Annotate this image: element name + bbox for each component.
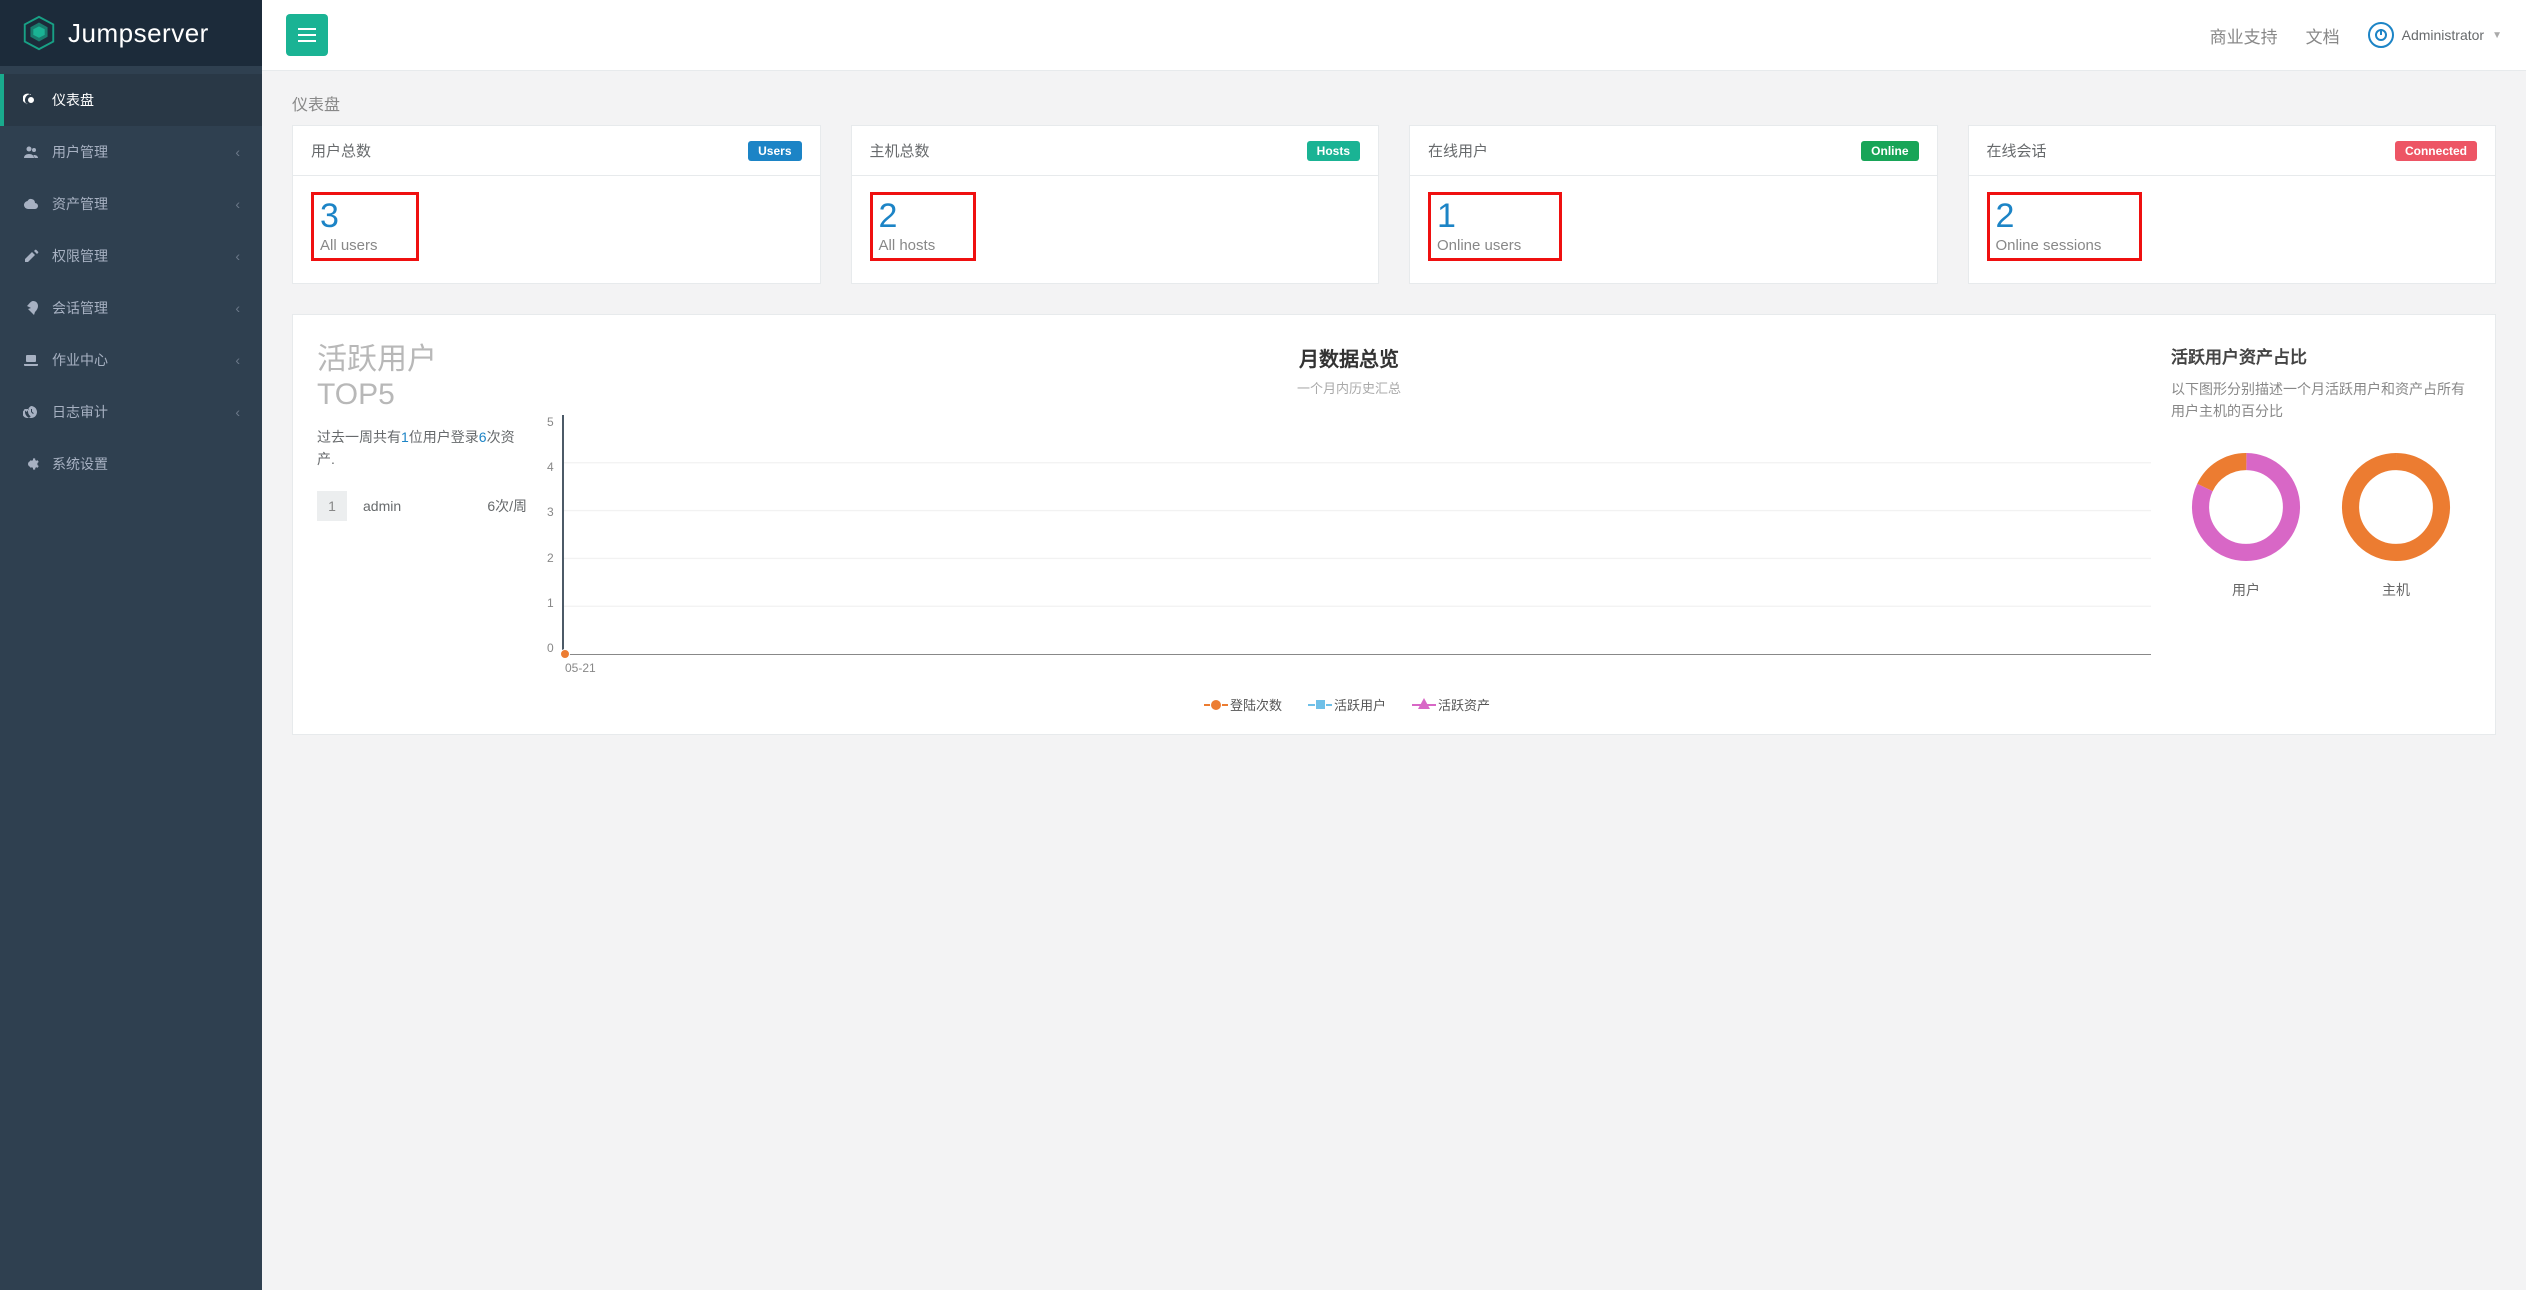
sidebar-item-dashboard[interactable]: 仪表盘	[0, 74, 262, 126]
logo[interactable]: Jumpserver	[0, 0, 262, 66]
rank-number: 1	[317, 491, 347, 521]
sidebar-item-perms[interactable]: 权限管理 ‹	[0, 230, 262, 282]
chevron-left-icon: ‹	[235, 196, 240, 212]
sidebar-item-assets[interactable]: 资产管理 ‹	[0, 178, 262, 230]
chevron-left-icon: ‹	[235, 144, 240, 160]
dashboard-icon	[22, 91, 40, 109]
stat-value: 3	[320, 199, 378, 233]
nav-label: 系统设置	[52, 454, 108, 474]
cloud-icon	[22, 195, 40, 213]
stat-title: 在线用户	[1428, 140, 1488, 161]
legend-item-active-users[interactable]: 活跃用户	[1312, 695, 1386, 714]
top5-title-1: 活跃用户	[317, 343, 527, 378]
users-icon	[22, 143, 40, 161]
chevron-left-icon: ‹	[235, 248, 240, 264]
stat-card-online: 在线用户 Online 1 Online users	[1409, 125, 1938, 284]
donut-users-chart[interactable]	[2186, 447, 2306, 567]
chevron-left-icon: ‹	[235, 300, 240, 316]
sidebar-item-jobs[interactable]: 作业中心 ‹	[0, 334, 262, 386]
stat-card-hosts: 主机总数 Hosts 2 All hosts	[851, 125, 1380, 284]
chevron-left-icon: ‹	[235, 352, 240, 368]
stat-badge[interactable]: Online	[1861, 141, 1918, 161]
sidebar-item-audit[interactable]: 日志审计 ‹	[0, 386, 262, 438]
nav-label: 仪表盘	[52, 90, 94, 110]
stat-title: 在线会话	[1987, 140, 2047, 161]
top5-rank-row: 1 admin 6次/周	[317, 491, 527, 521]
stat-title: 用户总数	[311, 140, 371, 161]
stat-sub: Online users	[1437, 237, 1521, 254]
page-title: 仪表盘	[292, 97, 340, 114]
stat-value: 1	[1437, 199, 1521, 233]
stat-card-connected: 在线会话 Connected 2 Online sessions	[1968, 125, 2497, 284]
nav-list: 仪表盘 用户管理 ‹ 资产管理 ‹ 权限管理 ‹ 会话管理 ‹	[0, 66, 262, 490]
data-point	[560, 649, 570, 659]
sidebar: Jumpserver 仪表盘 用户管理 ‹ 资产管理 ‹ 权限管理 ‹	[0, 0, 262, 1290]
rocket-icon	[22, 299, 40, 317]
nav-label: 资产管理	[52, 194, 108, 214]
sidebar-item-sessions[interactable]: 会话管理 ‹	[0, 282, 262, 334]
sidebar-toggle-button[interactable]	[286, 14, 328, 56]
nav-label: 用户管理	[52, 142, 108, 162]
user-name: Administrator	[2402, 27, 2484, 43]
stat-sub: All hosts	[879, 237, 936, 254]
stat-title: 主机总数	[870, 140, 930, 161]
y-axis: 543210	[547, 415, 562, 655]
rank-count: 6次/周	[487, 496, 527, 516]
top5-col: 活跃用户 TOP5 过去一周共有1位用户登录6次资产. 1 admin 6次/周	[317, 343, 527, 714]
donut-hosts: 主机	[2336, 447, 2456, 600]
stat-sub: Online sessions	[1996, 237, 2102, 254]
top5-title-2: TOP5	[317, 378, 527, 413]
legend-item-active-assets[interactable]: 活跃资产	[1416, 695, 1490, 714]
donut-label: 用户	[2186, 580, 2306, 600]
caret-down-icon: ▼	[2492, 30, 2502, 41]
stat-value: 2	[1996, 199, 2102, 233]
topbar: 商业支持 文档 Administrator ▼	[262, 0, 2526, 71]
rank-name: admin	[363, 498, 401, 514]
nav-label: 会话管理	[52, 298, 108, 318]
ratio-title: 活跃用户资产占比	[2171, 343, 2471, 368]
ratio-desc: 以下图形分别描述一个月活跃用户和资产占所有用户主机的百分比	[2171, 378, 2471, 423]
chart-subtitle: 一个月内历史汇总	[547, 378, 2151, 397]
laptop-icon	[22, 351, 40, 369]
main: 商业支持 文档 Administrator ▼ 仪表盘 用户总数 Users	[262, 0, 2526, 1290]
donut-hosts-chart[interactable]	[2336, 447, 2456, 567]
edit-icon	[22, 247, 40, 265]
donut-label: 主机	[2336, 580, 2456, 600]
chart-legend: 登陆次数 活跃用户 活跃资产	[547, 695, 2151, 714]
logo-icon	[20, 14, 58, 52]
history-icon	[22, 403, 40, 421]
hamburger-icon	[298, 28, 316, 42]
stat-badge[interactable]: Users	[748, 141, 801, 161]
logo-text: Jumpserver	[68, 18, 209, 49]
donut-users: 用户	[2186, 447, 2306, 600]
stat-sub: All users	[320, 237, 378, 254]
chevron-left-icon: ‹	[235, 404, 240, 420]
stat-cards-row: 用户总数 Users 3 All users 主机总数 Hosts 2 All …	[262, 125, 2526, 314]
chart-area: 543210	[547, 415, 2151, 655]
chart-col: 月数据总览 一个月内历史汇总 543210 05-21 登陆次数 活跃用户 活跃…	[547, 343, 2151, 714]
x-axis-label: 05-21	[565, 661, 2151, 675]
gear-icon	[22, 455, 40, 473]
breadcrumb: 仪表盘	[262, 71, 2526, 125]
nav-label: 作业中心	[52, 350, 108, 370]
chart-title: 月数据总览	[547, 343, 2151, 372]
top5-desc: 过去一周共有1位用户登录6次资产.	[317, 426, 527, 471]
stat-badge[interactable]: Hosts	[1307, 141, 1360, 161]
user-menu[interactable]: Administrator ▼	[2368, 22, 2502, 48]
power-icon	[2368, 22, 2394, 48]
nav-label: 权限管理	[52, 246, 108, 266]
stat-value: 2	[879, 199, 936, 233]
sidebar-item-settings[interactable]: 系统设置	[0, 438, 262, 490]
ratio-col: 活跃用户资产占比 以下图形分别描述一个月活跃用户和资产占所有用户主机的百分比 用…	[2171, 343, 2471, 714]
nav-label: 日志审计	[52, 402, 108, 422]
stat-badge[interactable]: Connected	[2395, 141, 2477, 161]
chart-plot[interactable]	[562, 415, 2151, 655]
stat-card-users: 用户总数 Users 3 All users	[292, 125, 821, 284]
overview-panel: 活跃用户 TOP5 过去一周共有1位用户登录6次资产. 1 admin 6次/周…	[292, 314, 2496, 735]
link-business-support[interactable]: 商业支持	[2210, 23, 2278, 48]
link-docs[interactable]: 文档	[2306, 23, 2340, 48]
legend-item-logins[interactable]: 登陆次数	[1208, 695, 1282, 714]
sidebar-item-users[interactable]: 用户管理 ‹	[0, 126, 262, 178]
